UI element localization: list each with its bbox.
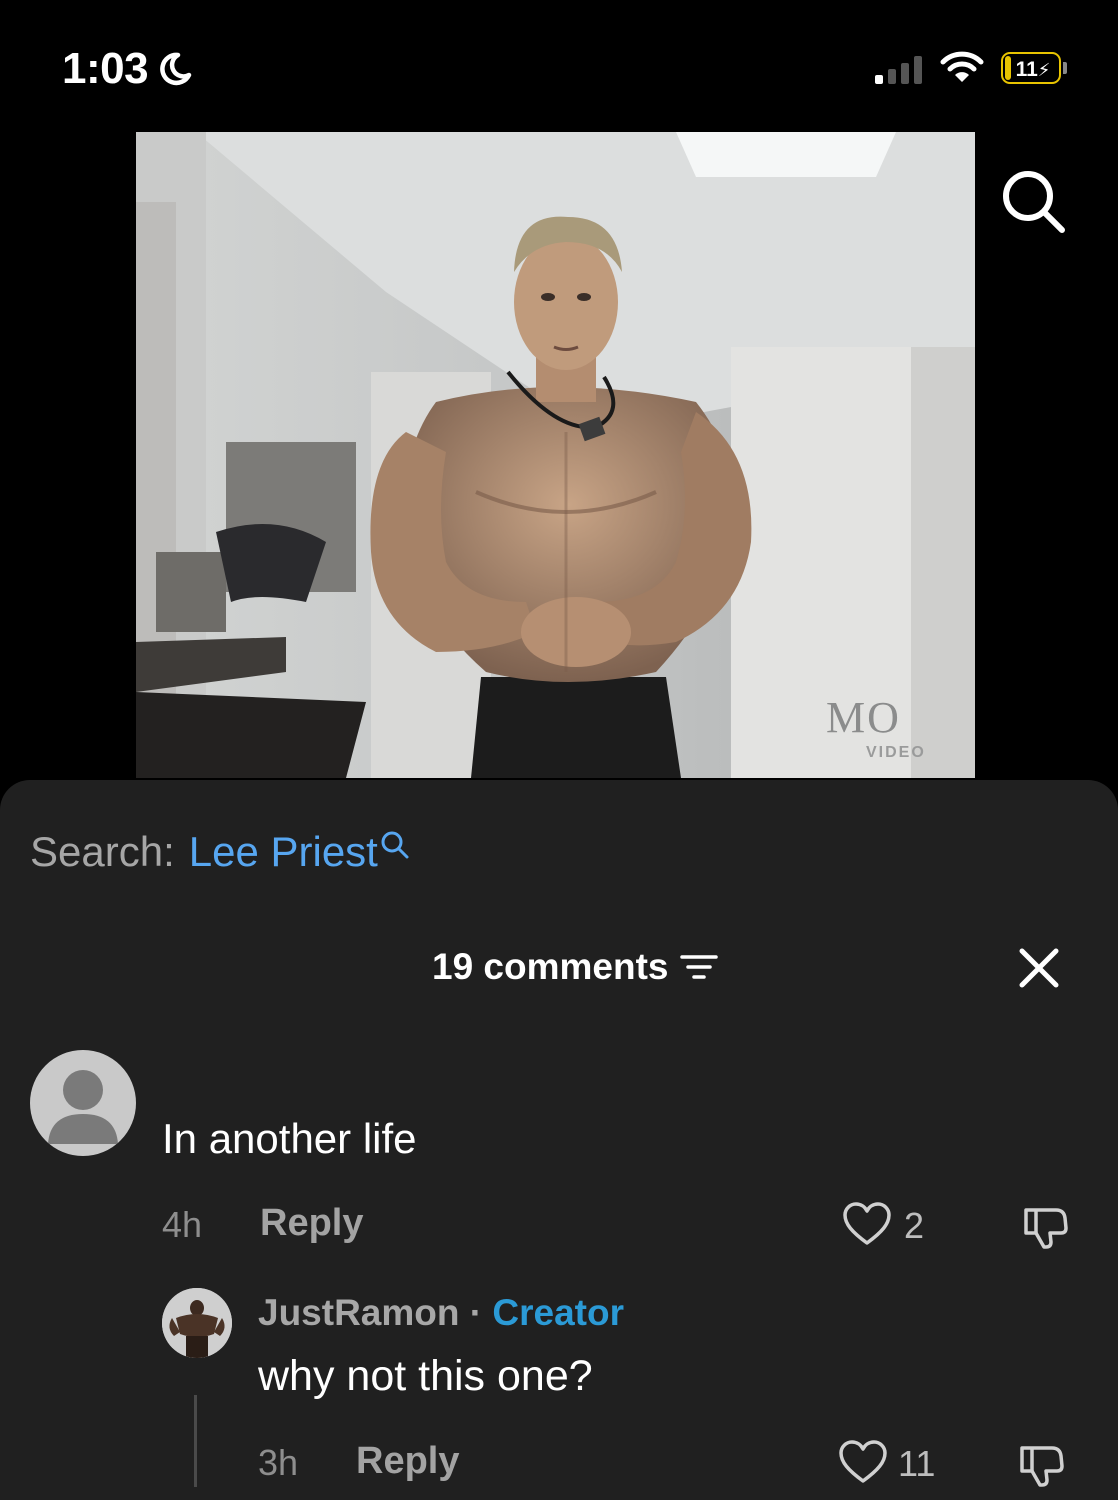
creator-badge: Creator — [492, 1292, 624, 1333]
search-small-icon — [381, 831, 409, 859]
sort-filter-icon[interactable] — [679, 951, 719, 983]
reply-button[interactable]: Reply — [356, 1440, 459, 1483]
video-frame — [136, 132, 975, 778]
search-icon[interactable] — [996, 164, 1070, 238]
cellular-signal-icon — [875, 54, 922, 84]
wifi-icon — [940, 51, 984, 82]
thumbs-down-icon[interactable] — [1020, 1200, 1072, 1252]
author-name[interactable]: JustRamon — [258, 1292, 459, 1333]
reply-timestamp: 3h — [258, 1442, 299, 1483]
status-time-label: 1:03 — [62, 44, 149, 93]
reply-text: why not this one? — [258, 1352, 593, 1400]
battery-indicator: 11⚡ — [1001, 52, 1067, 84]
watermark-text: MO — [826, 693, 901, 742]
like-count: 2 — [904, 1205, 925, 1246]
close-icon[interactable] — [1016, 945, 1062, 991]
comments-header: 19 comments — [432, 946, 719, 988]
comment-timestamp: 4h — [162, 1204, 203, 1245]
comments-count: 19 comments — [432, 946, 669, 987]
thumbs-down-icon[interactable] — [1016, 1438, 1068, 1490]
comment-text: In another life — [162, 1115, 417, 1162]
moon-icon — [160, 52, 192, 86]
heart-icon[interactable] — [838, 1439, 888, 1485]
battery-percent: 11⚡ — [1015, 58, 1051, 81]
thread-connector — [194, 1395, 197, 1487]
watermark-subtext: VIDEO — [866, 744, 926, 761]
related-search[interactable]: Search: Lee Priest — [30, 828, 410, 876]
avatar-photo — [162, 1288, 232, 1358]
search-term-link[interactable]: Lee Priest — [189, 828, 378, 876]
creator-avatar[interactable] — [162, 1288, 232, 1358]
user-silhouette-icon — [48, 1070, 118, 1144]
status-time: 1:03 — [62, 44, 192, 94]
author-separator: · — [459, 1292, 493, 1333]
reply-button[interactable]: Reply — [260, 1202, 363, 1245]
reply-author[interactable]: JustRamon · Creator — [258, 1292, 624, 1334]
search-prefix: Search: — [30, 828, 175, 875]
avatar-default[interactable] — [30, 1050, 136, 1156]
heart-icon[interactable] — [842, 1201, 892, 1247]
video-player[interactable]: MO VIDEO — [136, 132, 975, 778]
like-count: 11 — [898, 1443, 936, 1484]
